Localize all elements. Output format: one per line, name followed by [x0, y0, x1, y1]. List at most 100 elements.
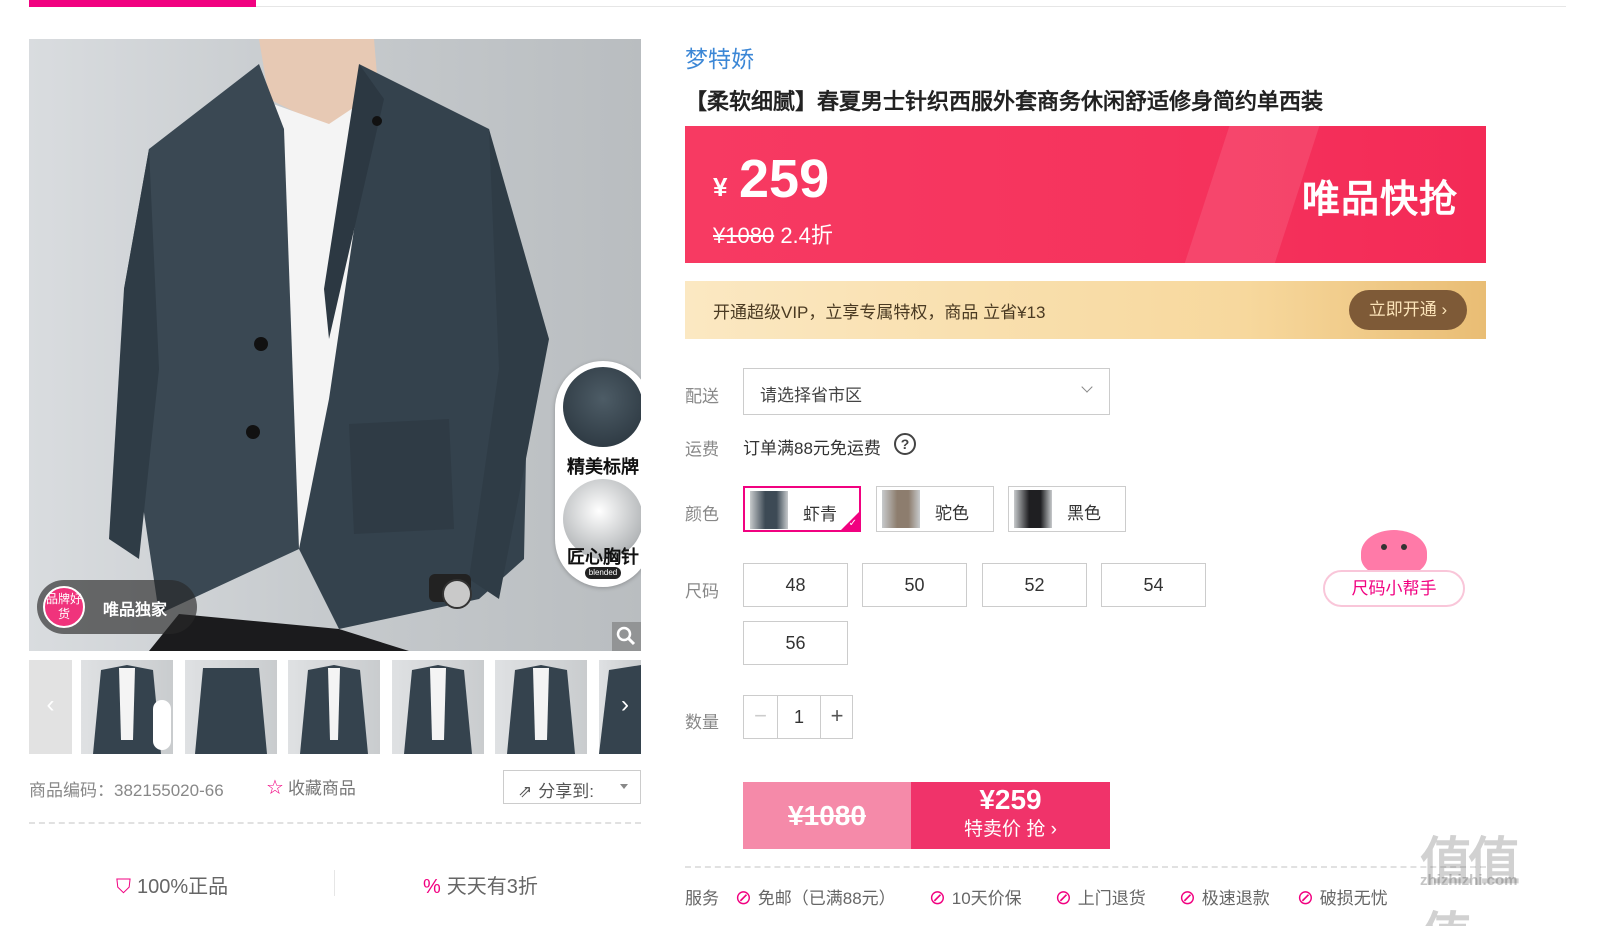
checkmark-icon: ✓ — [848, 518, 857, 529]
thumbnail-strip: ‹ › — [29, 660, 641, 754]
chevron-right-icon: › — [621, 691, 629, 718]
service-item: ⊘ 免邮（已满88元） — [735, 887, 896, 909]
help-icon[interactable]: ? — [894, 433, 916, 455]
percent-icon: % — [423, 876, 441, 898]
delivery-label: 配送 — [685, 387, 719, 406]
shipping-label: 运费 — [685, 440, 719, 459]
flash-sale-label: 唯品快抢 — [1301, 179, 1458, 221]
service-label: 服务 — [685, 889, 719, 908]
currency-symbol: ¥ — [713, 172, 728, 202]
thumbnail-prev-button[interactable]: ‹ — [29, 660, 72, 754]
favorite-label: 收藏商品 — [287, 779, 356, 798]
size-helper[interactable]: 尺码小帮手 — [1323, 530, 1465, 610]
guarantee-separator — [334, 870, 335, 896]
size-label: 尺码 — [685, 582, 719, 601]
quantity-label: 数量 — [685, 713, 719, 732]
buy-original-price-block: ¥1080 — [743, 782, 911, 849]
original-price-row: ¥1080 2.4折 — [713, 218, 833, 250]
price-banner: ¥ 259 ¥1080 2.4折 唯品快抢 — [685, 126, 1486, 263]
color-swatch — [882, 490, 920, 528]
share-icon: ⇗ — [518, 782, 533, 801]
service-item: ⊘ 极速退款 — [1179, 887, 1270, 909]
product-code: 商品编码：382155020-66 — [29, 781, 224, 800]
check-circle-icon: ⊘ — [1297, 887, 1314, 909]
share-label: 分享到: — [538, 782, 594, 801]
color-option-label: 驼色 — [935, 504, 969, 523]
caret-down-icon — [620, 784, 628, 789]
original-price: ¥1080 — [713, 223, 775, 248]
shield-check-icon: ⛉ — [116, 876, 131, 898]
banner-stripe — [1177, 126, 1323, 263]
thumbnail-next-button[interactable]: › — [609, 660, 641, 754]
vip-open-button[interactable]: 立即开通 › — [1349, 290, 1467, 330]
color-label: 颜色 — [685, 505, 719, 524]
thumbnail-1[interactable] — [81, 660, 173, 754]
badge-label-tag: 精美标牌 — [567, 457, 639, 477]
service-item: ⊘ 破损无忧 — [1297, 887, 1388, 909]
exclusive-tag: 品牌好货 唯品独家 — [37, 580, 197, 634]
guarantee-authentic: ⛉ 100%正品 — [116, 870, 228, 899]
vip-promo-text: 开通超级VIP，立享专属特权，商品 立省¥13 — [713, 303, 1046, 322]
dashed-divider — [29, 822, 641, 824]
product-meta-row: 商品编码：382155020-66 ☆ 收藏商品 ⇗ 分享到: — [29, 770, 641, 804]
product-title: 【柔软细腻】春夏男士针织西服外套商务休闲舒适修身简约单西装 — [685, 89, 1324, 114]
thumbnail-3[interactable] — [288, 660, 380, 754]
check-circle-icon: ⊘ — [735, 887, 752, 909]
top-divider — [256, 6, 1566, 7]
buy-button[interactable]: ¥1080 ¥259 特卖价 抢 › — [743, 782, 1110, 849]
chevron-down-icon — [1081, 381, 1093, 393]
size-helper-button[interactable]: 尺码小帮手 — [1323, 570, 1465, 607]
size-option-48[interactable]: 48 — [743, 563, 848, 607]
quantity-stepper: − 1 + — [743, 695, 853, 739]
feature-badges: 精美标牌 匠心胸针 blended — [555, 361, 641, 587]
region-select[interactable]: 请选择省市区 — [743, 368, 1110, 415]
service-item: ⊘ 10天价保 — [929, 887, 1022, 909]
buy-sale-block[interactable]: ¥259 特卖价 抢 › — [911, 782, 1110, 849]
thumbnail-4[interactable] — [392, 660, 484, 754]
guarantee-authentic-label: 100%正品 — [137, 876, 229, 898]
guarantee-discount: % 天天有3折 — [423, 870, 538, 899]
thumbnail-5[interactable] — [495, 660, 587, 754]
star-icon: ☆ — [266, 777, 284, 799]
guarantee-discount-label: 天天有3折 — [446, 876, 538, 898]
size-option-52[interactable]: 52 — [982, 563, 1087, 607]
magnifier-icon[interactable] — [612, 622, 641, 651]
color-option-xiaqing[interactable]: 虾青 ✓ — [743, 486, 861, 532]
color-option-heise[interactable]: 黑色 — [1008, 486, 1126, 532]
size-option-56[interactable]: 56 — [743, 621, 848, 665]
dashed-divider — [685, 866, 1486, 868]
check-circle-icon: ⊘ — [1179, 887, 1196, 909]
watermark-url: zhizhizhi.com — [1420, 872, 1518, 889]
exclusive-label: 唯品独家 — [103, 602, 168, 619]
badge-label-brooch: 匠心胸针 — [567, 547, 639, 567]
size-option-54[interactable]: 54 — [1101, 563, 1206, 607]
buy-sale-price: ¥259 — [979, 784, 1042, 815]
vip-promo-bar: 开通超级VIP，立享专属特权，商品 立省¥13 立即开通 › — [685, 281, 1486, 339]
check-circle-icon: ⊘ — [929, 887, 946, 909]
share-dropdown[interactable]: ⇗ 分享到: — [503, 770, 641, 804]
brand-link[interactable]: 梦特娇 — [685, 40, 754, 74]
label-tag-photo — [563, 367, 641, 447]
quantity-decrease-button[interactable]: − — [744, 696, 778, 738]
color-option-label: 黑色 — [1067, 504, 1101, 523]
brand-goods-badge: 品牌好货 — [43, 586, 85, 628]
buy-original-price: ¥1080 — [788, 800, 866, 831]
thumbnail-2[interactable] — [185, 660, 277, 754]
quantity-input[interactable]: 1 — [778, 696, 820, 738]
color-swatch — [1014, 490, 1052, 528]
jacket-illustration — [109, 39, 549, 651]
region-select-value: 请选择省市区 — [760, 386, 862, 405]
discount-rate: 2.4折 — [780, 223, 833, 248]
favorite-button[interactable]: ☆ 收藏商品 — [266, 774, 356, 800]
main-product-image[interactable]: 精美标牌 匠心胸针 blended 品牌好货 唯品独家 — [29, 39, 641, 651]
service-item: ⊘ 上门退货 — [1055, 887, 1146, 909]
color-option-tuose[interactable]: 驼色 — [876, 486, 994, 532]
size-option-50[interactable]: 50 — [862, 563, 967, 607]
chevron-left-icon: ‹ — [46, 691, 55, 718]
quantity-increase-button[interactable]: + — [820, 696, 853, 738]
check-circle-icon: ⊘ — [1055, 887, 1072, 909]
color-swatch — [750, 491, 788, 529]
current-price: 259 — [739, 149, 830, 209]
buy-sale-label: 特卖价 抢 › — [964, 819, 1057, 840]
active-tab-indicator — [29, 0, 256, 7]
